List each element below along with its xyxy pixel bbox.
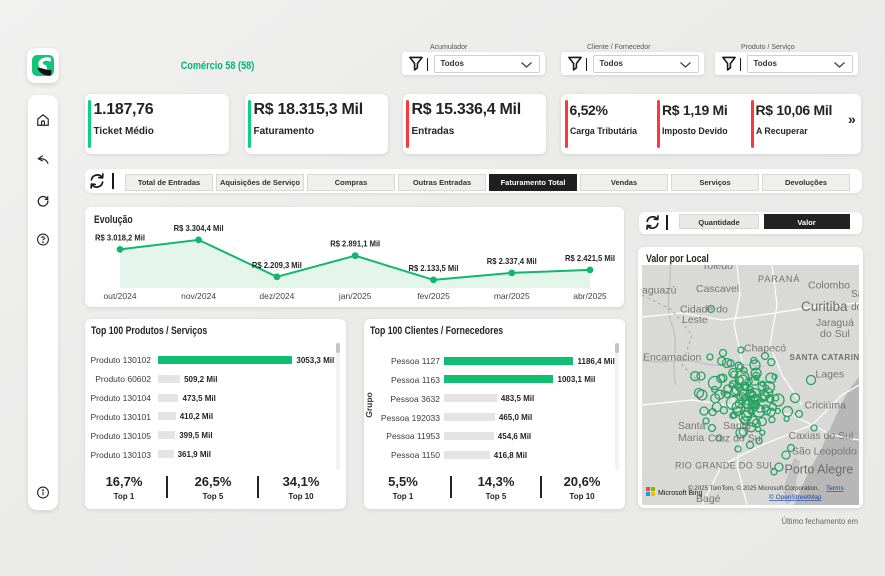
svg-text:aguazú: aguazú <box>642 285 677 297</box>
svg-text:Lages: Lages <box>816 369 845 381</box>
svg-text:Curitiba: Curitiba <box>801 299 848 314</box>
svg-text:R$ 2.209,3 Mil: R$ 2.209,3 Mil <box>252 260 302 270</box>
svg-text:Chapecó: Chapecó <box>744 343 786 355</box>
svg-text:Sã: Sã <box>851 289 859 300</box>
svg-text:R$ 2.133,5 Mil: R$ 2.133,5 Mil <box>409 263 459 273</box>
svg-text:Caxias do Sul: Caxias do Sul <box>789 430 854 442</box>
svg-text:SANTA CATARIN: SANTA CATARIN <box>790 353 860 362</box>
svg-text:Cruz do Sul: Cruz do Sul <box>708 433 763 445</box>
svg-text:R$ 2.337,4 Mil: R$ 2.337,4 Mil <box>487 256 537 266</box>
svg-text:jan/2025: jan/2025 <box>338 291 372 301</box>
svg-text:R$ 3.018,2 Mil: R$ 3.018,2 Mil <box>95 232 145 242</box>
svg-text:Santa: Santa <box>678 420 706 432</box>
svg-text:Santa: Santa <box>723 420 751 432</box>
svg-text:mar/2025: mar/2025 <box>494 291 530 301</box>
svg-text:do Sul: do Sul <box>820 328 850 340</box>
svg-text:R$ 3.304,4 Mil: R$ 3.304,4 Mil <box>174 223 224 233</box>
svg-text:Toledo: Toledo <box>702 265 733 272</box>
svg-text:Cascavel: Cascavel <box>696 283 739 295</box>
svg-text:São Leopoldo: São Leopoldo <box>792 446 857 458</box>
svg-text:Colombo: Colombo <box>808 280 850 292</box>
svg-text:dez/2024: dez/2024 <box>259 291 294 301</box>
svg-text:out/2024: out/2024 <box>103 291 136 301</box>
svg-text:© OpenStreetMap: © OpenStreetMap <box>769 493 822 501</box>
svg-text:Porto Alegre: Porto Alegre <box>785 463 854 477</box>
svg-text:RIO GRANDE DO SUL: RIO GRANDE DO SUL <box>675 461 775 471</box>
svg-text:R$ 2.421,5 Mil: R$ 2.421,5 Mil <box>565 253 615 263</box>
svg-text:do: do <box>851 302 859 313</box>
svg-text:Encarnacion: Encarnacion <box>643 352 702 364</box>
svg-text:Leste: Leste <box>682 314 708 326</box>
svg-text:R$ 2.891,1 Mil: R$ 2.891,1 Mil <box>330 239 380 249</box>
svg-text:abr/2025: abr/2025 <box>573 291 607 301</box>
svg-text:nov/2024: nov/2024 <box>181 291 216 301</box>
svg-text:© 2025 TomTom, © 2025 Microsof: © 2025 TomTom, © 2025 Microsoft Corporat… <box>688 485 819 492</box>
svg-text:Maria: Maria <box>678 432 704 444</box>
svg-text:fev/2025: fev/2025 <box>417 291 450 301</box>
svg-text:PARANÁ: PARANÁ <box>758 274 800 284</box>
svg-text:Microsoft Bing: Microsoft Bing <box>658 490 702 497</box>
svg-text:Criciúma: Criciúma <box>805 400 847 412</box>
svg-text:Terms: Terms <box>826 485 844 492</box>
